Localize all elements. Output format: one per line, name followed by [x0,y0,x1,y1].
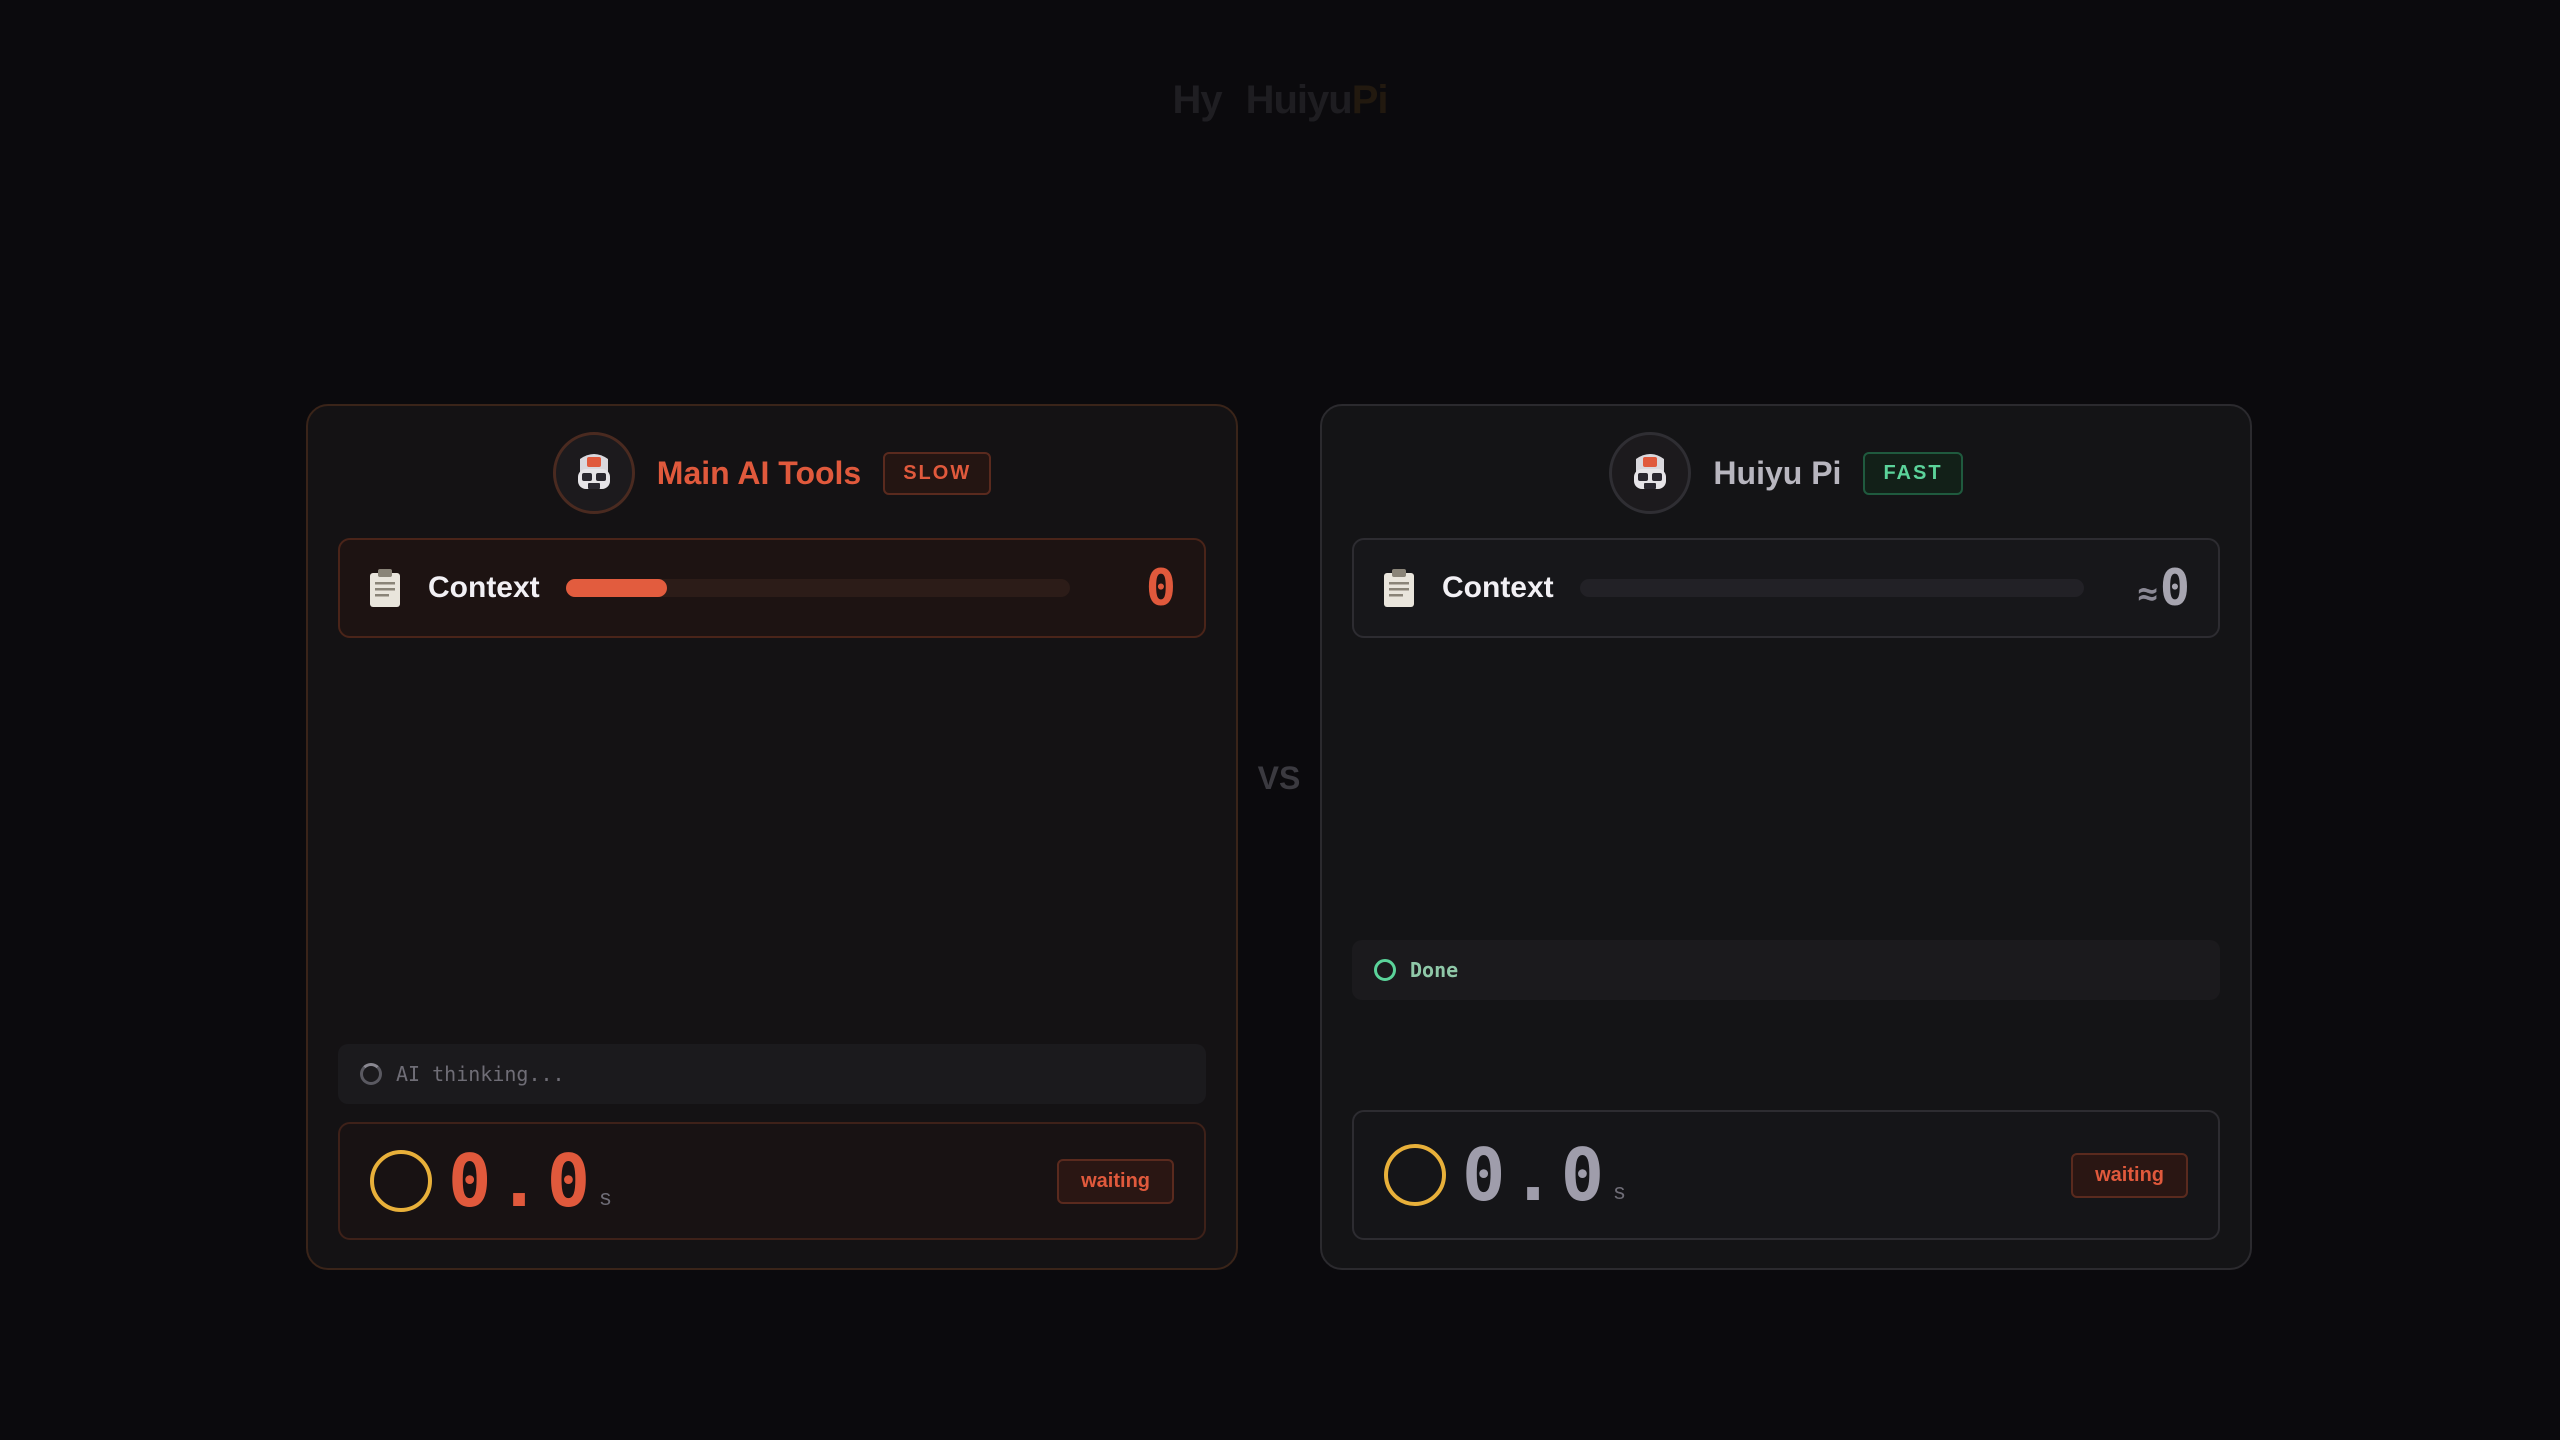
context-value: 0 [1145,559,1176,617]
context-label: Context [428,571,540,604]
timer-card: 0.0 s waiting [1352,1110,2220,1240]
brand-mark: Hy [1172,78,1222,122]
brand-name: Huiyu [1245,78,1353,122]
panel-title: Main AI Tools [656,454,862,491]
timer-value: 0.0 [1462,1133,1611,1217]
spinner-icon [360,1063,382,1085]
panel-header: Main AI Tools SLOW [308,430,1236,516]
timer-unit: s [1614,1179,1626,1204]
vs-label: VS [1257,760,1301,796]
panel-huiyu-pi: Huiyu Pi FAST Context ≈0 Done 0.0 s wait… [1320,404,2252,1270]
clipboard-icon [1384,569,1414,607]
status-text: Done [1410,958,1459,982]
panel-header: Huiyu Pi FAST [1322,430,2250,516]
context-progress-fill [566,579,667,597]
robot-avatar-icon [552,432,635,514]
timer-status-badge: waiting [1057,1158,1174,1204]
timer-value: 0.0 [448,1139,597,1223]
ring-icon [1384,1144,1446,1206]
status-line: AI thinking... [338,1044,1206,1104]
status-text: AI thinking... [396,1062,565,1086]
status-line: Done [1352,940,2220,1000]
brand-logo: Hy HuiyuPi [0,78,2560,123]
context-value: ≈0 [2137,559,2190,617]
panel-main-ai-tools: Main AI Tools SLOW Context 0 AI thinking… [306,404,1238,1270]
clipboard-icon [370,569,400,607]
context-label: Context [1442,571,1554,604]
speed-badge: SLOW [883,451,992,495]
context-meter: Context ≈0 [1352,538,2220,638]
panel-title: Huiyu Pi [1713,454,1842,491]
timer-unit: s [600,1185,612,1210]
context-progress-bar [566,579,1070,597]
speed-badge: FAST [1863,451,1963,495]
context-meter: Context 0 [338,538,1206,638]
robot-avatar-icon [1609,432,1692,514]
context-progress-bar [1580,579,2084,597]
circle-check-icon [1374,959,1396,981]
brand-name-accent: Pi [1351,78,1389,122]
timer-card: 0.0 s waiting [338,1122,1206,1240]
timer-status-badge: waiting [2071,1152,2188,1198]
context-number: 0 [2159,559,2190,617]
ring-icon [370,1150,432,1212]
approx-sign: ≈ [2137,574,2158,614]
